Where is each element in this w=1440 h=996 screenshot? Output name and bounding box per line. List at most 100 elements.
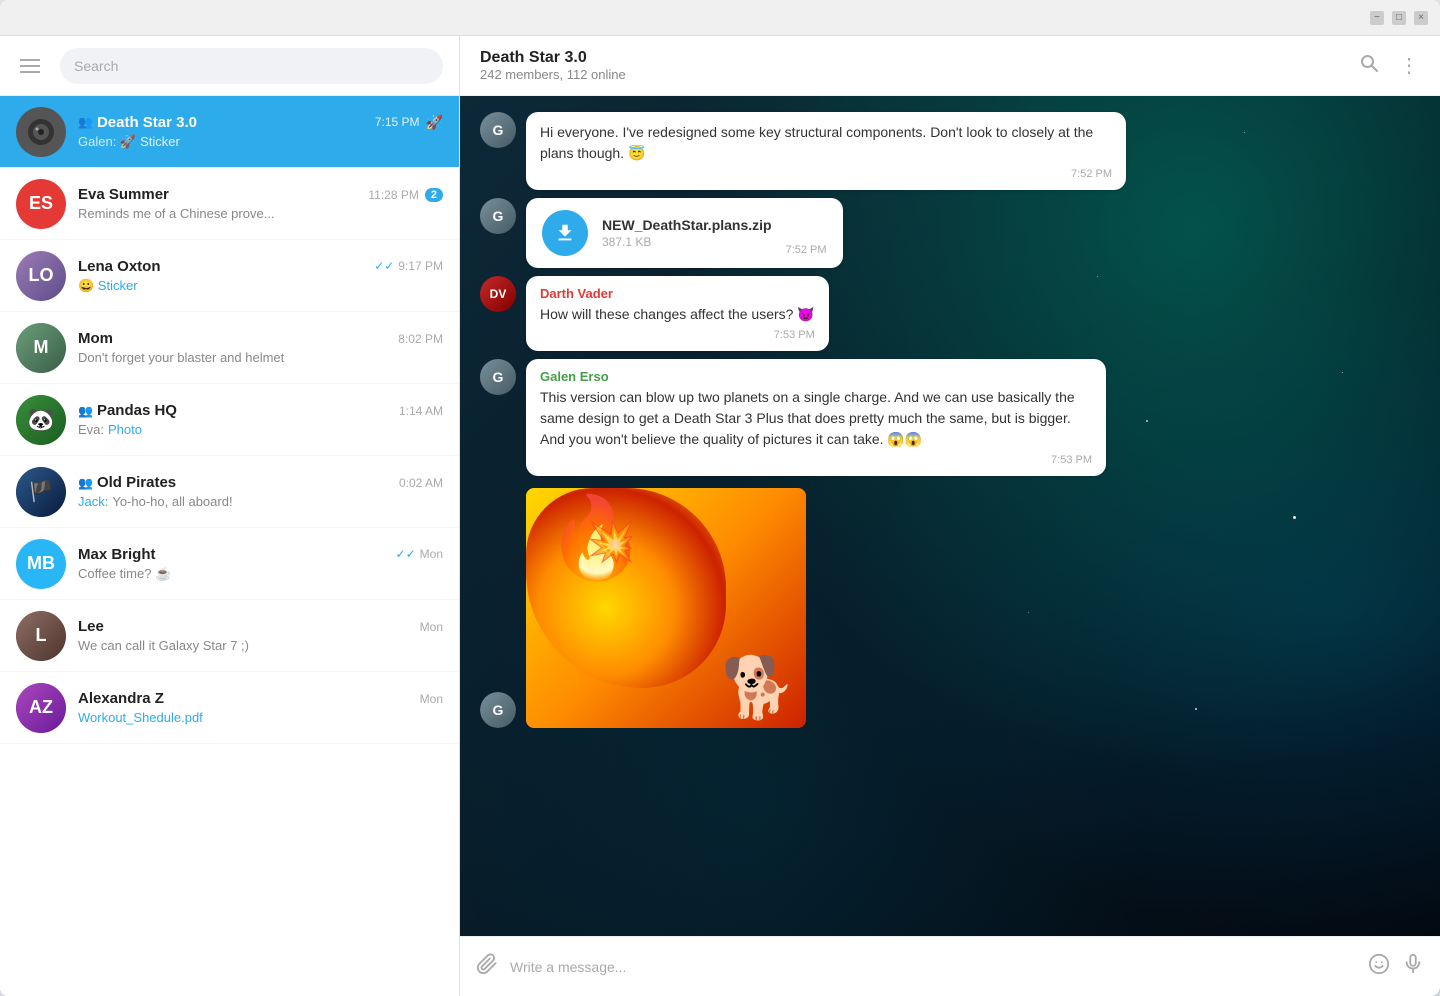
main-layout: 👥 Death Star 3.0 7:15 PM 🚀 Galen: 🚀 Stic…: [0, 36, 1440, 996]
chat-name: Lee: [78, 618, 104, 635]
avatar: ES: [16, 179, 66, 229]
message-time: 7:53 PM: [540, 454, 1092, 466]
chat-time: 9:17 PM: [398, 259, 443, 273]
chat-preview: Don't forget your blaster and helmet: [78, 350, 443, 365]
minimize-button[interactable]: −: [1370, 11, 1384, 25]
message-bubble: Galen Erso This version can blow up two …: [526, 359, 1106, 476]
chat-header-sub: 242 members, 112 online: [480, 67, 626, 82]
menu-button[interactable]: [16, 55, 44, 77]
chat-info: Lena Oxton ✓✓ 9:17 PM 😀 Sticker: [78, 258, 443, 294]
message-row: G Galen Erso This version can blow up tw…: [480, 359, 1420, 476]
maximize-button[interactable]: □: [1392, 11, 1406, 25]
message-time: 7:52 PM: [540, 168, 1112, 180]
chat-preview: Galen: 🚀 Sticker: [78, 134, 443, 150]
microphone-button[interactable]: [1402, 953, 1424, 981]
chat-item-mom[interactable]: M Mom 8:02 PM Don't forget your blaster …: [0, 312, 459, 384]
chat-preview: Reminds me of a Chinese prove...: [78, 206, 443, 221]
avatar: [16, 107, 66, 157]
chat-item-eva-summer[interactable]: ES Eva Summer 11:28 PM 2 Reminds me of a…: [0, 168, 459, 240]
chat-name: Lena Oxton: [78, 258, 161, 275]
chat-time: Mon: [420, 620, 443, 634]
message-text: Hi everyone. I've redesigned some key st…: [540, 122, 1112, 164]
chat-name-row: Max Bright ✓✓ Mon: [78, 546, 443, 563]
chat-item-max-bright[interactable]: MB Max Bright ✓✓ Mon Coffee time? ☕: [0, 528, 459, 600]
chat-header-info: Death Star 3.0 242 members, 112 online: [480, 49, 626, 82]
chat-name: Max Bright: [78, 546, 156, 563]
attach-button[interactable]: [476, 953, 498, 981]
sticker-message: G 🔥 🐕 💥: [480, 488, 1420, 728]
chat-time: Mon: [420, 547, 443, 561]
message-input[interactable]: [510, 959, 1356, 975]
message-avatar: G: [480, 112, 516, 148]
avatar: MB: [16, 539, 66, 589]
message-avatar: G: [480, 359, 516, 395]
chat-info: Mom 8:02 PM Don't forget your blaster an…: [78, 330, 443, 365]
message-avatar: G: [480, 198, 516, 234]
message-row: DV Darth Vader How will these changes af…: [480, 276, 1420, 351]
chat-name-row: Lena Oxton ✓✓ 9:17 PM: [78, 258, 443, 275]
chat-info: Lee Mon We can call it Galaxy Star 7 ;): [78, 618, 443, 653]
file-size: 387.1 KB: [602, 235, 772, 249]
chat-item-death-star[interactable]: 👥 Death Star 3.0 7:15 PM 🚀 Galen: 🚀 Stic…: [0, 96, 459, 168]
chat-name: Alexandra Z: [78, 690, 164, 707]
window-controls: − □ ×: [1370, 11, 1428, 25]
more-options-button[interactable]: ⋮: [1399, 53, 1420, 78]
chat-time: 0:02 AM: [399, 476, 443, 490]
chat-header: Death Star 3.0 242 members, 112 online ⋮: [460, 36, 1440, 96]
unread-badge: 2: [425, 188, 443, 202]
download-icon[interactable]: [542, 210, 588, 256]
message-time: 7:53 PM: [540, 329, 815, 341]
chat-info: 👥 Death Star 3.0 7:15 PM 🚀 Galen: 🚀 Stic…: [78, 114, 443, 150]
file-message-bubble: NEW_DeathStar.plans.zip 387.1 KB 7:52 PM: [526, 198, 843, 268]
close-button[interactable]: ×: [1414, 11, 1428, 25]
chat-item-old-pirates[interactable]: 🏴 👥 Old Pirates 0:02 AM Jack: Yo: [0, 456, 459, 528]
message-bubble: Darth Vader How will these changes affec…: [526, 276, 829, 351]
message-avatar: G: [480, 692, 516, 728]
chat-name: Eva Summer: [78, 186, 169, 203]
title-bar: − □ ×: [0, 0, 1440, 36]
chat-name: 👥 Death Star 3.0: [78, 114, 197, 131]
emoji-button[interactable]: [1368, 953, 1390, 981]
messages-area: G Hi everyone. I've redesigned some key …: [460, 96, 1440, 936]
sidebar-header: [0, 36, 459, 96]
avatar: AZ: [16, 683, 66, 733]
chat-time: 11:28 PM: [368, 188, 418, 202]
chat-info: Max Bright ✓✓ Mon Coffee time? ☕: [78, 546, 443, 582]
avatar: LO: [16, 251, 66, 301]
chat-name-row: Lee Mon: [78, 618, 443, 635]
message-time: 7:52 PM: [786, 244, 827, 256]
chat-preview: Jack: Yo-ho-ho, all aboard!: [78, 494, 443, 509]
chat-header-name: Death Star 3.0: [480, 49, 626, 67]
sidebar: 👥 Death Star 3.0 7:15 PM 🚀 Galen: 🚀 Stic…: [0, 36, 460, 996]
chat-preview: Eva: Photo: [78, 422, 443, 437]
chat-item-alexandra-z[interactable]: AZ Alexandra Z Mon Workout_Shedule.pdf: [0, 672, 459, 744]
chat-name-row: 👥 Death Star 3.0 7:15 PM 🚀: [78, 114, 443, 131]
chat-name-row: Eva Summer 11:28 PM 2: [78, 186, 443, 203]
sender-name: Darth Vader: [540, 286, 815, 301]
chat-info: 👥 Pandas HQ 1:14 AM Eva: Photo: [78, 402, 443, 437]
chat-item-lena-oxton[interactable]: LO Lena Oxton ✓✓ 9:17 PM 😀 Sticker: [0, 240, 459, 312]
chat-name: 👥 Pandas HQ: [78, 402, 177, 419]
chat-info: 👥 Old Pirates 0:02 AM Jack: Yo-ho-ho, al…: [78, 474, 443, 509]
chat-item-lee[interactable]: L Lee Mon We can call it Galaxy Star 7 ;…: [0, 600, 459, 672]
chat-time: 1:14 AM: [399, 404, 443, 418]
search-input[interactable]: [74, 58, 429, 74]
chat-list: 👥 Death Star 3.0 7:15 PM 🚀 Galen: 🚀 Stic…: [0, 96, 459, 996]
message-bubble: Hi everyone. I've redesigned some key st…: [526, 112, 1126, 190]
chat-time: 7:15 PM: [375, 115, 420, 129]
search-box[interactable]: [60, 48, 443, 84]
chat-name: 👥 Old Pirates: [78, 474, 176, 491]
message-avatar: DV: [480, 276, 516, 312]
chat-name: Mom: [78, 330, 113, 347]
chat-input-area: [460, 936, 1440, 996]
chat-info: Eva Summer 11:28 PM 2 Reminds me of a Ch…: [78, 186, 443, 221]
chat-name-row: 👥 Pandas HQ 1:14 AM: [78, 402, 443, 419]
file-info: NEW_DeathStar.plans.zip 387.1 KB: [602, 217, 772, 249]
chat-item-pandas-hq[interactable]: 🐼 👥 Pandas HQ 1:14 AM Eva: Photo: [0, 384, 459, 456]
chat-time: Mon: [420, 692, 443, 706]
avatar: L: [16, 611, 66, 661]
chat-info: Alexandra Z Mon Workout_Shedule.pdf: [78, 690, 443, 725]
chat-preview: We can call it Galaxy Star 7 ;): [78, 638, 443, 653]
rocket-icon: 🚀: [426, 114, 443, 131]
search-chat-button[interactable]: [1359, 53, 1379, 78]
